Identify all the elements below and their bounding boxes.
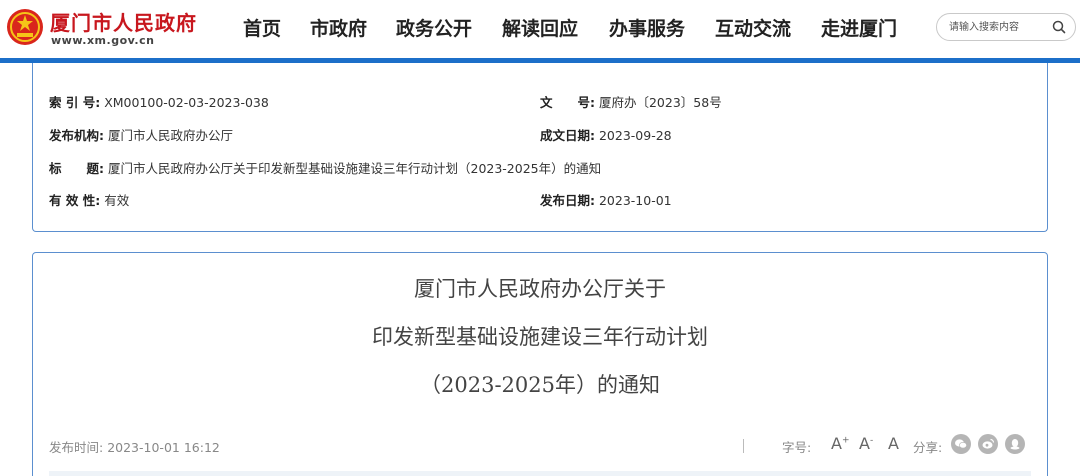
content-divider-strip — [49, 471, 1031, 476]
info-issuer: 发布机构: 厦门市人民政府办公厅 — [49, 125, 233, 144]
nav-item-home[interactable]: 首页 — [243, 14, 281, 41]
info-validity-value: 有效 — [104, 193, 130, 208]
font-size-label: 字号: — [782, 440, 812, 455]
article-title-line-2: 印发新型基础设施建设三年行动计划 — [372, 325, 708, 349]
info-title-label: 标 题: — [49, 161, 104, 176]
info-title-value: 厦门市人民政府办公厅关于印发新型基础设施建设三年行动计划（2023-2025年）… — [107, 161, 602, 176]
info-title: 标 题: 厦门市人民政府办公厅关于印发新型基础设施建设三年行动计划（2023-2… — [49, 158, 601, 177]
font-smaller-button[interactable]: A- — [859, 434, 873, 453]
info-index-value: XM00100-02-03-2023-038 — [104, 95, 269, 110]
qq-icon[interactable] — [1005, 434, 1025, 454]
weibo-icon[interactable] — [978, 434, 998, 454]
site-header: 厦门市人民政府 www.xm.gov.cn 首页 市政府 政务公开 解读回应 办… — [0, 0, 1080, 58]
nav-item-interpretation[interactable]: 解读回应 — [502, 14, 578, 41]
info-issuer-label: 发布机构: — [49, 128, 104, 143]
site-title[interactable]: 厦门市人民政府 — [50, 7, 197, 36]
nav-item-government-affairs[interactable]: 政务公开 — [396, 14, 472, 41]
wechat-icon[interactable] — [951, 434, 971, 454]
info-docno-value: 厦府办〔2023〕58号 — [598, 95, 722, 110]
document-info-panel: 索 引 号: XM00100-02-03-2023-038 文 号: 厦府办〔2… — [32, 63, 1048, 232]
site-url: www.xm.gov.cn — [51, 34, 155, 47]
font-normal-button[interactable]: A — [888, 434, 899, 453]
info-created-date: 成文日期: 2023-09-28 — [540, 125, 672, 144]
article-panel: 厦门市人民政府办公厅关于 印发新型基础设施建设三年行动计划 （2023-2025… — [32, 252, 1048, 476]
info-created-label: 成文日期: — [540, 128, 595, 143]
national-emblem-icon[interactable] — [6, 8, 44, 46]
nav-item-services[interactable]: 办事服务 — [609, 14, 685, 41]
font-larger-button[interactable]: A+ — [831, 434, 850, 453]
info-published-value: 2023-10-01 — [598, 193, 672, 208]
info-index-label: 索 引 号: — [49, 95, 101, 110]
publish-time: 发布时间: 2023-10-01 16:12 — [49, 437, 220, 456]
info-document-number: 文 号: 厦府办〔2023〕58号 — [540, 92, 722, 111]
share-label: 分享: — [913, 440, 943, 455]
publish-time-value: 2023-10-01 16:12 — [107, 440, 220, 455]
info-published-label: 发布日期: — [540, 193, 595, 208]
nav-item-about-xiamen[interactable]: 走进厦门 — [821, 14, 897, 41]
nav-item-interaction[interactable]: 互动交流 — [715, 14, 791, 41]
nav-item-city-government[interactable]: 市政府 — [310, 14, 367, 41]
info-docno-label: 文 号: — [540, 95, 595, 110]
search-icon[interactable] — [1051, 19, 1067, 35]
info-created-value: 2023-09-28 — [598, 128, 672, 143]
article-title-line-1: 厦门市人民政府办公厅关于 — [414, 277, 666, 301]
meta-divider — [743, 439, 744, 453]
publish-time-label: 发布时间: — [49, 440, 104, 455]
info-published-date: 发布日期: 2023-10-01 — [540, 190, 672, 209]
info-validity-label: 有 效 性: — [49, 193, 101, 208]
search-box — [936, 13, 1076, 41]
article-title-line-3: （2023-2025年）的通知 — [420, 373, 660, 397]
info-validity: 有 效 性: 有效 — [49, 190, 129, 209]
search-input[interactable] — [949, 19, 1045, 35]
info-index-number: 索 引 号: XM00100-02-03-2023-038 — [49, 92, 269, 111]
info-issuer-value: 厦门市人民政府办公厅 — [107, 128, 233, 143]
